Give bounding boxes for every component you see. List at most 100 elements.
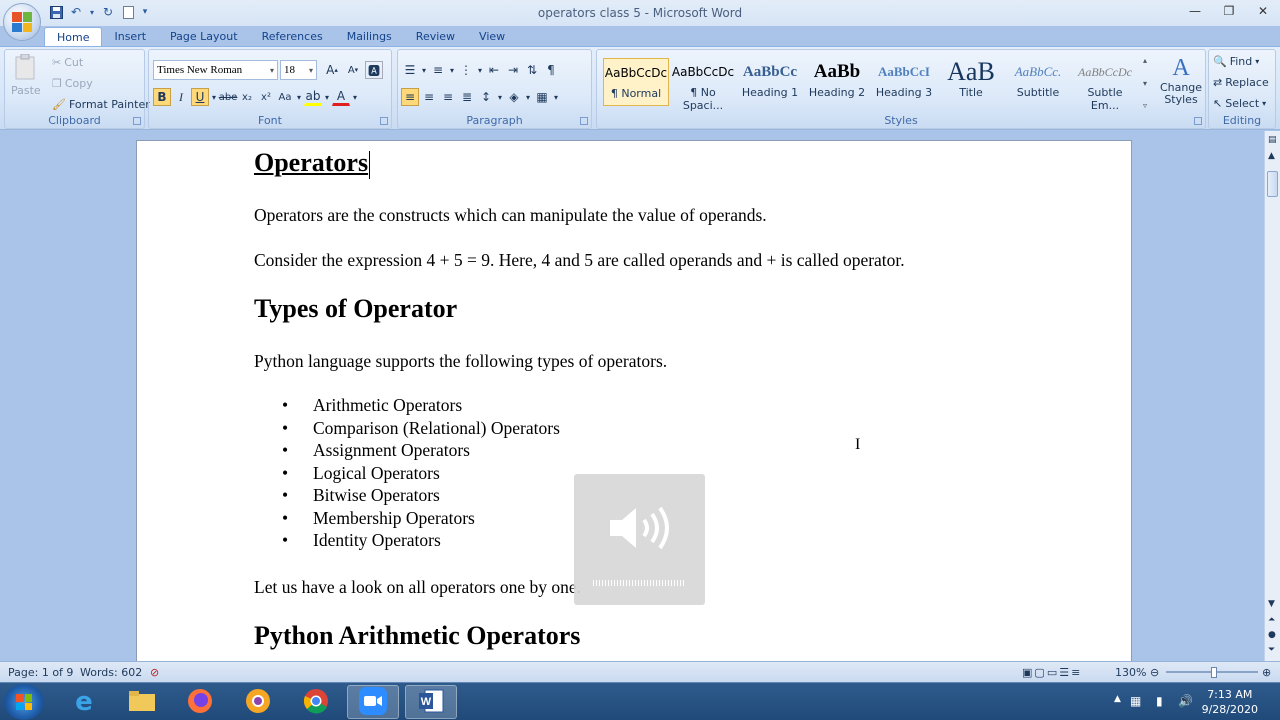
scroll-up-icon[interactable]: ▲ xyxy=(1268,151,1275,161)
change-case-dropdown-icon[interactable]: ▾ xyxy=(295,88,303,106)
font-name-combo[interactable]: Times New Roman ▾ xyxy=(153,60,278,80)
heading-arithmetic-operators[interactable]: Python Arithmetic Operators xyxy=(254,621,580,651)
chromium-app[interactable] xyxy=(232,685,284,719)
bullets-dropdown-icon[interactable]: ▾ xyxy=(420,61,428,79)
bullets-icon[interactable]: ☰ xyxy=(401,61,419,79)
copy-button[interactable]: ❐ Copy xyxy=(52,77,93,90)
intro-paragraph-1[interactable]: Operators are the constructs which can m… xyxy=(254,205,767,226)
word-count[interactable]: Words: 602 xyxy=(80,666,142,679)
shrink-font-icon[interactable]: A ▾ xyxy=(344,61,362,79)
multilevel-dropdown-icon[interactable]: ▾ xyxy=(476,61,484,79)
font-color-dropdown-icon[interactable]: ▾ xyxy=(351,88,359,106)
paragraph-dialog-launcher[interactable] xyxy=(580,117,588,125)
font-size-combo[interactable]: 18 ▾ xyxy=(280,60,317,80)
browse-object-icon[interactable]: ● xyxy=(1268,630,1276,640)
close-button[interactable]: ✕ xyxy=(1246,0,1280,22)
style-heading-3[interactable]: AaBbCcI Heading 3 xyxy=(871,58,937,106)
power-icon[interactable]: ▮ xyxy=(1156,694,1163,708)
list-item[interactable]: Arithmetic Operators xyxy=(282,395,560,418)
scroll-down-icon[interactable]: ▼ xyxy=(1268,599,1275,609)
chrome-app[interactable] xyxy=(290,685,342,719)
decrease-indent-icon[interactable]: ⇤ xyxy=(485,61,503,79)
paste-button[interactable]: Paste xyxy=(11,54,41,97)
list-item[interactable]: Comparison (Relational) Operators xyxy=(282,418,560,441)
list-item[interactable]: Bitwise Operators xyxy=(282,485,560,508)
full-screen-reading-icon[interactable]: ▢ xyxy=(1034,666,1046,679)
zoom-out-icon[interactable]: ⊖ xyxy=(1150,666,1159,679)
style-subtitle[interactable]: AaBbCc. Subtitle xyxy=(1005,58,1071,106)
heading-types-of-operator[interactable]: Types of Operator xyxy=(254,294,457,324)
style-normal[interactable]: AaBbCcDc ¶ Normal xyxy=(603,58,669,106)
tab-view[interactable]: View xyxy=(467,27,517,47)
vertical-scrollbar[interactable]: ▤ ▲ ▼ ⏶ ● ⏷ xyxy=(1264,131,1280,661)
styles-gallery-scroll[interactable]: ▴ ▾ ▿ xyxy=(1143,56,1155,110)
outline-icon[interactable]: ☰ xyxy=(1059,666,1071,679)
tab-mailings[interactable]: Mailings xyxy=(335,27,404,47)
maximize-button[interactable]: ❐ xyxy=(1212,0,1246,22)
draft-icon[interactable]: ≡ xyxy=(1071,666,1082,679)
tab-home[interactable]: Home xyxy=(44,27,103,47)
underline-icon[interactable]: U xyxy=(191,88,209,106)
shading-icon[interactable]: ◈ xyxy=(505,88,523,106)
styles-dialog-launcher[interactable] xyxy=(1194,117,1202,125)
font-color-icon[interactable]: A xyxy=(332,88,350,106)
underline-dropdown-icon[interactable]: ▾ xyxy=(210,88,218,106)
outro-paragraph[interactable]: Let us have a look on all operators one … xyxy=(254,577,581,598)
web-layout-icon[interactable]: ▭ xyxy=(1047,666,1059,679)
scroll-up-icon[interactable]: ▴ xyxy=(1143,56,1155,65)
list-item[interactable]: Membership Operators xyxy=(282,508,560,531)
numbering-dropdown-icon[interactable]: ▾ xyxy=(448,61,456,79)
borders-dropdown-icon[interactable]: ▾ xyxy=(552,88,560,106)
zoom-slider-thumb[interactable] xyxy=(1211,667,1217,678)
more-styles-icon[interactable]: ▿ xyxy=(1143,101,1155,110)
show-hidden-icons-icon[interactable]: ▲ xyxy=(1114,694,1121,704)
borders-icon[interactable]: ▦ xyxy=(533,88,551,106)
sort-icon[interactable]: ⇅ xyxy=(523,61,541,79)
align-right-icon[interactable]: ≡ xyxy=(439,88,457,106)
internet-explorer-app[interactable]: e xyxy=(58,685,110,719)
zoom-level[interactable]: 130% xyxy=(1115,666,1146,679)
align-center-icon[interactable]: ≡ xyxy=(420,88,438,106)
justify-icon[interactable]: ≣ xyxy=(458,88,476,106)
zoom-app[interactable] xyxy=(347,685,399,719)
zoom-in-icon[interactable]: ⊕ xyxy=(1262,666,1271,679)
list-item[interactable]: Assignment Operators xyxy=(282,440,560,463)
tab-review[interactable]: Review xyxy=(404,27,467,47)
highlight-dropdown-icon[interactable]: ▾ xyxy=(323,88,331,106)
scrollbar-thumb[interactable] xyxy=(1267,171,1278,197)
find-button[interactable]: 🔍 Find ▾ xyxy=(1213,55,1259,68)
line-spacing-dropdown-icon[interactable]: ▾ xyxy=(496,88,504,106)
style-no-spacing[interactable]: AaBbCcDc ¶ No Spaci... xyxy=(670,58,736,112)
replace-button[interactable]: ⇄ Replace xyxy=(1213,76,1269,89)
multilevel-list-icon[interactable]: ⋮ xyxy=(457,61,475,79)
intro-paragraph-2[interactable]: Consider the expression 4 + 5 = 9. Here,… xyxy=(254,250,905,271)
show-formatting-marks-icon[interactable]: ¶ xyxy=(542,61,560,79)
list-item[interactable]: Logical Operators xyxy=(282,463,560,486)
tab-references[interactable]: References xyxy=(250,27,335,47)
style-subtle-emphasis[interactable]: AaBbCcDc Subtle Em... xyxy=(1072,58,1138,112)
italic-icon[interactable]: I xyxy=(172,88,190,106)
select-button[interactable]: ↖ Select ▾ xyxy=(1213,97,1266,110)
list-item[interactable]: Identity Operators xyxy=(282,530,560,553)
increase-indent-icon[interactable]: ⇥ xyxy=(504,61,522,79)
style-title[interactable]: AaB Title xyxy=(938,58,1004,106)
line-spacing-icon[interactable]: ↕ xyxy=(477,88,495,106)
highlight-icon[interactable]: ab xyxy=(304,88,322,106)
proofing-icon[interactable]: ⊘ xyxy=(150,666,159,679)
firefox-app[interactable] xyxy=(174,685,226,719)
scroll-down-icon[interactable]: ▾ xyxy=(1143,79,1155,88)
align-left-icon[interactable]: ≡ xyxy=(401,88,419,106)
strikethrough-icon[interactable]: abe xyxy=(219,88,238,106)
network-icon[interactable]: ▦ xyxy=(1130,694,1141,708)
superscript-icon[interactable]: x² xyxy=(257,88,275,106)
next-page-icon[interactable]: ⏷ xyxy=(1268,645,1275,655)
page-counter[interactable]: Page: 1 of 9 xyxy=(8,666,73,679)
word-app[interactable]: W xyxy=(405,685,457,719)
print-layout-icon[interactable]: ▣ xyxy=(1022,666,1034,679)
clear-formatting-icon[interactable]: 🅰 xyxy=(365,61,383,79)
volume-icon[interactable]: 🔊 xyxy=(1178,694,1193,708)
style-heading-1[interactable]: AaBbCc Heading 1 xyxy=(737,58,803,106)
format-painter-button[interactable]: 🖌 Format Painter xyxy=(52,98,150,111)
style-heading-2[interactable]: AaBb Heading 2 xyxy=(804,58,870,106)
file-explorer-app[interactable] xyxy=(116,685,168,719)
